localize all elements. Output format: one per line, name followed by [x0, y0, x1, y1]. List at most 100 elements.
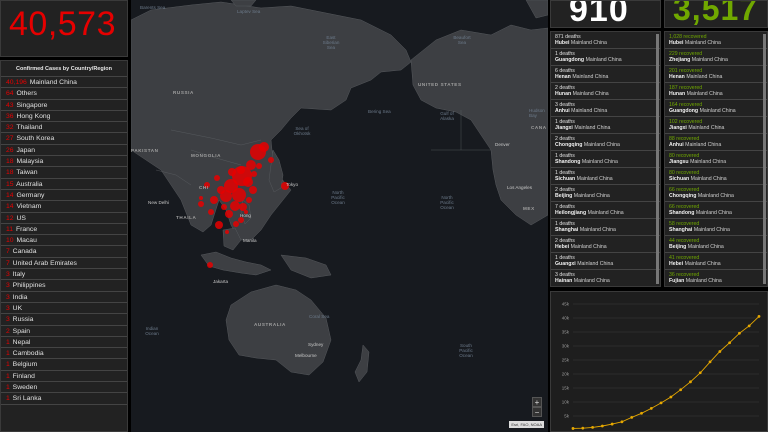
death-row[interactable]: 2 deaths Hunan Mainland China	[551, 83, 660, 100]
country-row[interactable]: 3 Russia	[1, 314, 127, 326]
country-row[interactable]: 26 Japan	[1, 145, 127, 157]
case-marker[interactable]	[198, 201, 204, 207]
country-row[interactable]: 1 Sri Lanka	[1, 393, 127, 405]
country-row[interactable]: 10 Macau	[1, 235, 127, 247]
chart-data-point[interactable]	[669, 395, 673, 399]
death-row[interactable]: 6 deaths Henan Mainland China	[551, 66, 660, 83]
case-marker[interactable]	[207, 262, 213, 268]
case-marker[interactable]	[217, 186, 225, 194]
chart-data-point[interactable]	[571, 427, 575, 430]
chart-data-point[interactable]	[610, 422, 614, 426]
case-marker[interactable]	[259, 142, 269, 152]
chart-data-point[interactable]	[640, 411, 643, 415]
chart-data-point[interactable]	[620, 420, 624, 424]
world-map[interactable]: Barents Sea Laptev Sea East Siberian Sea…	[131, 0, 548, 432]
country-row[interactable]: 1 Cambodia	[1, 348, 127, 360]
chart-data-point[interactable]	[679, 388, 683, 392]
country-row[interactable]: 64 Others	[1, 88, 127, 100]
chart-data-point[interactable]	[728, 341, 732, 345]
case-marker[interactable]	[214, 175, 220, 181]
death-row[interactable]: 871 deaths Hubei Mainland China	[551, 32, 660, 49]
deaths-scrollbar-thumb[interactable]	[656, 34, 659, 284]
country-row[interactable]: 7 United Arab Emirates	[1, 258, 127, 270]
chart-data-point[interactable]	[630, 415, 634, 419]
chart-data-point[interactable]	[649, 407, 653, 410]
recovered-row[interactable]: 58 recovered Shanghai Mainland China	[665, 219, 767, 236]
case-marker[interactable]	[256, 163, 262, 169]
country-row[interactable]: 43 Singapore	[1, 100, 127, 111]
country-row[interactable]: 27 South Korea	[1, 133, 127, 145]
country-row[interactable]: 14 Germany	[1, 190, 127, 202]
chart-data-point[interactable]	[747, 324, 751, 328]
country-row[interactable]: 3 Italy	[1, 269, 127, 281]
recovered-row[interactable]: 36 recovered Fujian Mainland China	[665, 270, 767, 286]
case-marker[interactable]	[225, 210, 233, 218]
map-attribution[interactable]: Esri, FAO, NOAA	[509, 421, 544, 428]
recovered-row[interactable]: 1,028 recovered Hubei Mainland China	[665, 32, 767, 49]
death-row[interactable]: 1 deaths Sichuan Mainland China	[551, 168, 660, 185]
chart-data-point[interactable]	[708, 360, 712, 364]
recovered-row[interactable]: 80 recovered Jiangsu Mainland China	[665, 151, 767, 168]
case-marker[interactable]	[210, 196, 218, 204]
chart-data-point[interactable]	[718, 350, 722, 353]
chart-data-point[interactable]	[581, 426, 585, 430]
country-row[interactable]: 1 Finland	[1, 371, 127, 383]
country-row[interactable]: 18 Malaysia	[1, 156, 127, 168]
country-row[interactable]: 40,196 Mainland China	[1, 77, 127, 89]
case-marker[interactable]	[199, 196, 203, 200]
recovered-row[interactable]: 66 recovered Shandong Mainland China	[665, 202, 767, 219]
case-marker[interactable]	[246, 197, 252, 203]
death-row[interactable]: 1 deaths Shandong Mainland China	[551, 151, 660, 168]
zoom-in-button[interactable]: +	[532, 397, 542, 407]
death-row[interactable]: 2 deaths Chongqing Mainland China	[551, 134, 660, 151]
recovered-row[interactable]: 66 recovered Chongqing Mainland China	[665, 185, 767, 202]
case-marker[interactable]	[246, 160, 256, 170]
country-row[interactable]: 1 Nepal	[1, 337, 127, 349]
case-marker[interactable]	[237, 166, 245, 174]
recovered-scrollbar-thumb[interactable]	[763, 34, 766, 284]
case-marker[interactable]	[239, 203, 247, 211]
death-row[interactable]: 2 deaths Beijing Mainland China	[551, 185, 660, 202]
case-marker[interactable]	[208, 209, 214, 215]
recovered-row[interactable]: 88 recovered Anhui Mainland China	[665, 134, 767, 151]
chart-data-point[interactable]	[591, 425, 594, 429]
chart-data-point[interactable]	[600, 424, 604, 428]
country-row[interactable]: 18 Taiwan	[1, 167, 127, 179]
case-marker[interactable]	[225, 230, 229, 234]
country-row[interactable]: 11 France	[1, 224, 127, 236]
chart-data-point[interactable]	[738, 331, 741, 335]
country-row[interactable]: 36 Hong Kong	[1, 111, 127, 123]
recovered-list-panel[interactable]: 1,028 recovered Hubei Mainland China 229 r…	[664, 31, 768, 287]
case-marker[interactable]	[221, 204, 227, 210]
country-row[interactable]: 12 US	[1, 213, 127, 224]
country-row[interactable]: 7 Canada	[1, 246, 127, 258]
country-row[interactable]: 3 India	[1, 292, 127, 303]
deaths-list-panel[interactable]: 871 deaths Hubei Mainland China 1 deaths Gu…	[550, 31, 661, 287]
recovered-row[interactable]: 41 recovered Hebei Mainland China	[665, 253, 767, 270]
death-row[interactable]: 3 deaths Hainan Mainland China	[551, 270, 660, 286]
case-marker[interactable]	[268, 157, 274, 163]
case-marker[interactable]	[215, 221, 223, 229]
zoom-out-button[interactable]: −	[532, 407, 542, 417]
case-marker[interactable]	[251, 171, 257, 177]
death-row[interactable]: 1 deaths Guangdong Mainland China	[551, 49, 660, 66]
death-row[interactable]: 1 deaths Jiangxi Mainland China	[551, 117, 660, 134]
recovered-row[interactable]: 44 recovered Beijing Mainland China	[665, 236, 767, 253]
case-marker[interactable]	[243, 177, 253, 187]
death-row[interactable]: 1 deaths Guangxi Mainland China	[551, 253, 660, 270]
chart-data-point[interactable]	[659, 401, 663, 405]
recovered-row[interactable]: 201 recovered Henan Mainland China	[665, 66, 767, 83]
country-row[interactable]: 3 Philippines	[1, 280, 127, 292]
country-row[interactable]: 15 Australia	[1, 179, 127, 190]
country-row[interactable]: 2 Spain	[1, 326, 127, 337]
country-row[interactable]: 14 Vietnam	[1, 201, 127, 213]
case-marker[interactable]	[228, 168, 236, 176]
country-row[interactable]: 1 Belgium	[1, 359, 127, 371]
country-row[interactable]: 3 UK	[1, 303, 127, 315]
case-marker[interactable]	[233, 221, 239, 227]
country-row[interactable]: 32 Thailand	[1, 122, 127, 134]
death-row[interactable]: 1 deaths Shanghai Mainland China	[551, 219, 660, 236]
chart-data-point[interactable]	[689, 380, 692, 384]
death-row[interactable]: 3 deaths Anhui Mainland China	[551, 100, 660, 117]
recovered-row[interactable]: 187 recovered Hunan Mainland China	[665, 83, 767, 100]
